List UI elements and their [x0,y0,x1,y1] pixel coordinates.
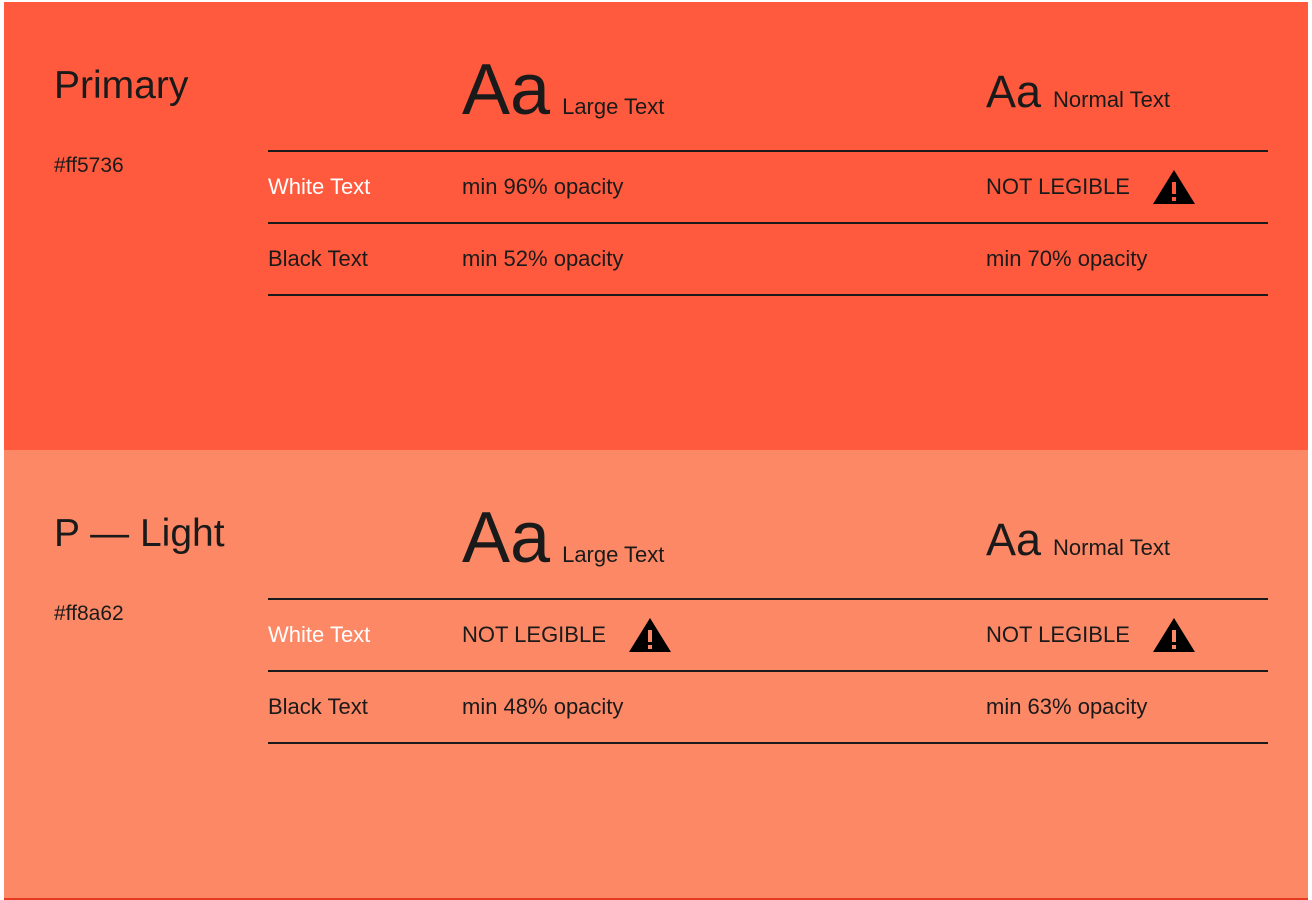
normal-text-value: min 63% opacity [986,694,1148,719]
swatch-name: P — Light [54,512,225,555]
large-text-column-header: Aa Large Text [462,502,664,574]
primary-swatch-panel: Primary #ff5736 Aa Large Text Aa Normal … [4,2,1308,450]
normal-text-column-header: Aa Normal Text [986,68,1170,116]
swatch-name: Primary [54,64,189,107]
large-text-label: Large Text [562,94,665,119]
swatch-hex-code: #ff5736 [54,154,124,177]
swatch-hex-code: #ff8a62 [54,602,124,625]
row-label: Black Text [268,694,368,719]
normal-text-value: min 70% opacity [986,246,1148,271]
normal-text-value: NOT LEGIBLE [986,152,1196,222]
row-label: White Text [268,622,371,647]
warning-triangle-icon [1152,169,1196,205]
warning-triangle-icon [628,617,672,653]
large-text-value: NOT LEGIBLE [462,600,672,670]
large-text-value: min 96% opacity [462,174,624,199]
normal-text-value: NOT LEGIBLE [986,600,1196,670]
white-text-row: White Text min 96% opacity NOT LEGIBLE [268,150,1268,222]
large-text-label: Large Text [562,542,665,567]
large-text-value: min 48% opacity [462,694,624,719]
primary-light-swatch-panel: P — Light #ff8a62 Aa Large Text Aa Norma… [4,450,1308,898]
normal-text-sample: Aa [986,514,1042,565]
normal-text-label: Normal Text [1053,87,1171,112]
large-text-sample: Aa [462,50,551,130]
row-label: Black Text [268,246,368,271]
normal-text-label: Normal Text [1053,535,1171,560]
large-text-column-header: Aa Large Text [462,54,664,126]
row-label: White Text [268,174,371,199]
normal-text-sample: Aa [986,66,1042,117]
large-text-value: min 52% opacity [462,246,624,271]
black-text-row: Black Text min 48% opacity min 63% opaci… [268,670,1268,744]
large-text-sample: Aa [462,498,551,578]
black-text-row: Black Text min 52% opacity min 70% opaci… [268,222,1268,296]
normal-text-column-header: Aa Normal Text [986,516,1170,564]
warning-triangle-icon [1152,617,1196,653]
white-text-row: White Text NOT LEGIBLE NOT LEGIBLE [268,598,1268,670]
